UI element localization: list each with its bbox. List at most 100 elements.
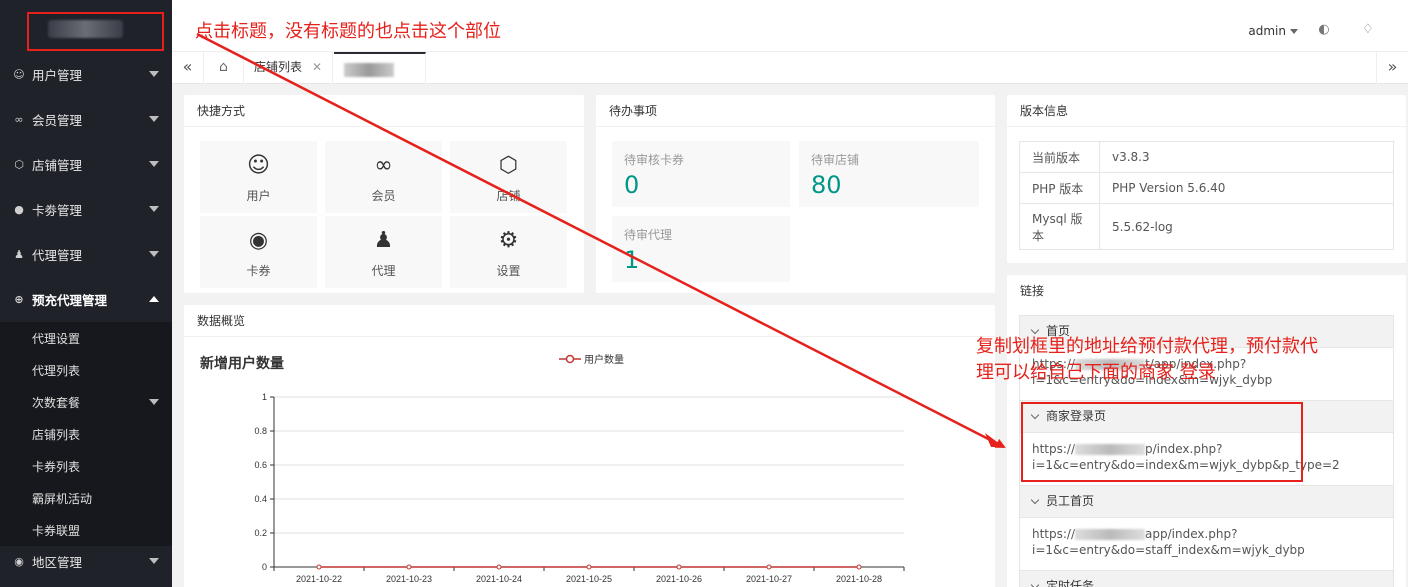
shortcut-members[interactable]: ∞ 会员: [325, 141, 442, 213]
y-tick-label: 0.8: [254, 426, 267, 436]
user-outline-icon: ☺: [247, 153, 270, 178]
chevron-down-icon: [1030, 580, 1040, 587]
data-point: [676, 564, 682, 570]
sidebar: ☺ 用户管理 ∞ 会员管理 ⬡ 店铺管理 ● 卡劵管理 ♟ 代理管理 ⊕ 预充代…: [0, 0, 172, 587]
submenu-label: 卡券联盟: [32, 523, 81, 538]
line-chart: 0 0.2 0.4 0.6 0.8 1 2021-10-22 2021-10-23 2021-1…: [254, 392, 905, 584]
shortcut-agents[interactable]: ♟ 代理: [325, 216, 442, 288]
version-value: PHP Version 5.6.40: [1099, 172, 1394, 204]
chevron-up-icon: [149, 296, 159, 302]
link-section-staff-home[interactable]: 员工首页: [1019, 485, 1394, 518]
plus-circle-icon: ⊕: [14, 293, 24, 306]
sidebar-item-agents[interactable]: ♟ 代理管理: [0, 232, 172, 277]
data-point: [856, 564, 862, 570]
circle-icon: ●: [14, 203, 24, 216]
card-title: 快捷方式: [184, 95, 584, 127]
sidebar-item-coupons[interactable]: ● 卡劵管理: [0, 187, 172, 232]
admin-menu[interactable]: admin: [1248, 24, 1298, 38]
table-row: PHP 版本 PHP Version 5.6.40: [1019, 172, 1394, 204]
tag-icon[interactable]: ♢: [1360, 22, 1376, 38]
gear-icon: ⚙: [498, 228, 519, 253]
sidebar-item-label: 店铺管理: [32, 158, 83, 173]
sidebar-item-prepaid-agents[interactable]: ⊕ 预充代理管理: [0, 277, 172, 322]
link-section-label: 员工首页: [1046, 494, 1095, 508]
infinity-icon: ∞: [374, 153, 393, 178]
infinity-icon: ∞: [14, 113, 24, 126]
close-icon[interactable]: ✕: [312, 60, 322, 74]
shortcut-label: 用户: [246, 189, 271, 203]
x-tick-label: 2021-10-28: [836, 574, 882, 584]
record-icon: ◉: [248, 228, 269, 253]
tabs-scroll-right-icon[interactable]: »: [1376, 52, 1408, 84]
submenu-item-coupon-list[interactable]: 卡券列表: [0, 450, 172, 482]
shortcut-settings[interactable]: ⚙ 设置: [450, 216, 567, 288]
submenu-item-packages[interactable]: 次数套餐: [0, 386, 172, 418]
shortcut-users[interactable]: ☺ 用户: [200, 141, 317, 213]
chevron-down-icon: [149, 251, 159, 257]
chevron-down-icon: [149, 161, 159, 167]
chevron-down-icon: [149, 399, 159, 405]
sidebar-item-label: 会员管理: [32, 113, 83, 128]
version-card: 版本信息 当前版本 v3.8.3 PHP 版本 PHP Version 5.6.40…: [1007, 95, 1406, 263]
chevron-down-icon: [1030, 495, 1040, 505]
chevron-down-icon: [149, 558, 159, 564]
version-table: 当前版本 v3.8.3 PHP 版本 PHP Version 5.6.40 Mysq…: [1019, 141, 1394, 250]
x-tick-label: 2021-10-23: [386, 574, 432, 584]
sidebar-item-members[interactable]: ∞ 会员管理: [0, 97, 172, 142]
data-point: [406, 564, 412, 570]
caret-down-icon: [1290, 29, 1298, 34]
link-section-cron[interactable]: 定时任务: [1019, 570, 1394, 587]
link-url-staff-home[interactable]: https:// app/index.php? i=1&c=entry&do=sta…: [1019, 518, 1394, 570]
card-title: 链接: [1020, 284, 1045, 298]
tab-store-list[interactable]: 店铺列表 ✕: [244, 52, 334, 84]
data-point: [766, 564, 772, 570]
todo-item-pending-stores[interactable]: 待审店铺 80: [799, 141, 979, 207]
sidebar-item-label: 地区管理: [32, 554, 83, 570]
cube-icon: ⬡: [498, 153, 519, 178]
shortcut-coupons[interactable]: ◉ 卡券: [200, 216, 317, 288]
cube-icon: ⬡: [14, 158, 24, 171]
sidebar-item-regions[interactable]: ◉ 地区管理: [0, 546, 172, 576]
palette-icon[interactable]: ◐: [1316, 22, 1332, 38]
submenu-item-agent-list[interactable]: 代理列表: [0, 354, 172, 386]
sidebar-item-stores[interactable]: ⬡ 店铺管理: [0, 142, 172, 187]
data-point: [586, 564, 592, 570]
submenu-item-store-list[interactable]: 店铺列表: [0, 418, 172, 450]
tabs-scroll-left-icon[interactable]: «: [172, 52, 204, 84]
y-tick-label: 0: [262, 562, 267, 572]
person-icon: ♟: [14, 248, 24, 261]
submenu-item-agent-settings[interactable]: 代理设置: [0, 322, 172, 354]
shortcut-label: 会员: [371, 189, 396, 203]
link-url-part: https://: [1032, 527, 1076, 541]
data-point: [316, 564, 322, 570]
overview-card: 数据概览 新增用户数量 用户数量 0 0.2 0.4 0.6 0.8 1 2021-10-2…: [184, 305, 995, 587]
card-title: 版本信息: [1007, 95, 1406, 127]
version-key: PHP 版本: [1019, 172, 1100, 204]
version-value: v3.8.3: [1099, 141, 1394, 173]
todo-item-pending-coupons[interactable]: 待审核卡券 0: [612, 141, 790, 207]
version-key: 当前版本: [1019, 141, 1100, 173]
shortcut-stores[interactable]: ⬡ 店铺: [450, 141, 567, 213]
y-tick-label: 0.4: [254, 494, 267, 504]
submenu-item-screen-activity[interactable]: 霸屏机活动: [0, 482, 172, 514]
tab-label-blurred: [344, 63, 394, 77]
submenu-label: 店铺列表: [32, 427, 81, 442]
tab-current[interactable]: [334, 52, 426, 84]
home-icon[interactable]: ⌂: [204, 52, 244, 84]
todo-card: 待办事项 待审核卡券 0 待审店铺 80 待审代理 1: [596, 95, 995, 293]
submenu-label: 代理列表: [32, 363, 81, 378]
sidebar-item-users[interactable]: ☺ 用户管理: [0, 52, 172, 97]
submenu-item-coupon-alliance[interactable]: 卡券联盟: [0, 514, 172, 546]
chevron-down-icon: [1030, 325, 1040, 335]
x-tick-label: 2021-10-24: [476, 574, 522, 584]
y-tick-label: 1: [262, 392, 267, 402]
todo-value: 80: [811, 171, 842, 199]
todo-label: 待审核卡券: [624, 153, 685, 167]
tab-label: 店铺列表: [254, 60, 303, 74]
todo-item-pending-agents[interactable]: 待审代理 1: [612, 216, 790, 282]
user-icon: ☺: [13, 68, 25, 81]
submenu-label: 次数套餐: [32, 395, 81, 410]
y-tick-label: 0.2: [254, 528, 267, 538]
sidebar-item-label: 预充代理管理: [32, 293, 108, 308]
tab-bar: « ⌂ 店铺列表 ✕ »: [172, 52, 1408, 84]
